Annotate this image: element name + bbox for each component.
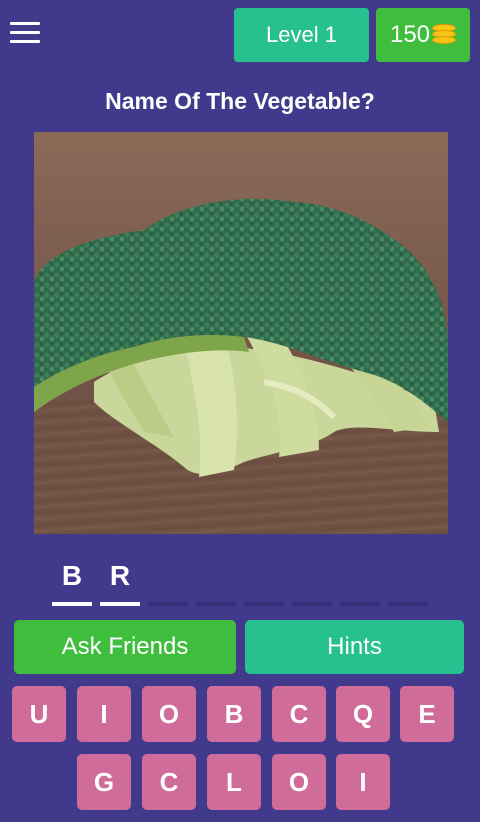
letter-tile[interactable]: L <box>207 754 261 810</box>
answer-slot[interactable] <box>244 560 284 606</box>
letter-tile[interactable]: E <box>400 686 454 742</box>
answer-slot[interactable] <box>292 560 332 606</box>
menu-icon[interactable] <box>10 22 40 46</box>
level-badge: Level 1 <box>234 8 369 62</box>
coin-count: 150 <box>389 21 431 48</box>
letter-tile[interactable]: U <box>12 686 66 742</box>
letter-tile[interactable]: Q <box>336 686 390 742</box>
letter-tile[interactable]: B <box>207 686 261 742</box>
answer-slot[interactable]: R <box>100 560 140 606</box>
letter-tile[interactable]: I <box>77 686 131 742</box>
answer-slot[interactable] <box>148 560 188 606</box>
answer-slot[interactable]: B <box>52 560 92 606</box>
hints-button[interactable]: Hints <box>245 620 464 674</box>
letter-tile[interactable]: G <box>77 754 131 810</box>
answer-slot[interactable] <box>196 560 236 606</box>
question-title: Name Of The Vegetable? <box>105 88 375 114</box>
letter-tile[interactable]: O <box>142 686 196 742</box>
letter-tile[interactable]: O <box>272 754 326 810</box>
answer-slot[interactable] <box>388 560 428 606</box>
answer-slot[interactable] <box>340 560 380 606</box>
letter-tile[interactable]: C <box>142 754 196 810</box>
ask-friends-button[interactable]: Ask Friends <box>14 620 236 674</box>
vegetable-photo <box>34 132 448 534</box>
coin-counter[interactable]: 150 <box>376 8 470 62</box>
coins-icon <box>432 24 457 46</box>
letter-tile[interactable]: C <box>272 686 326 742</box>
answer-slots: B R <box>52 560 428 606</box>
letter-tile[interactable]: I <box>336 754 390 810</box>
